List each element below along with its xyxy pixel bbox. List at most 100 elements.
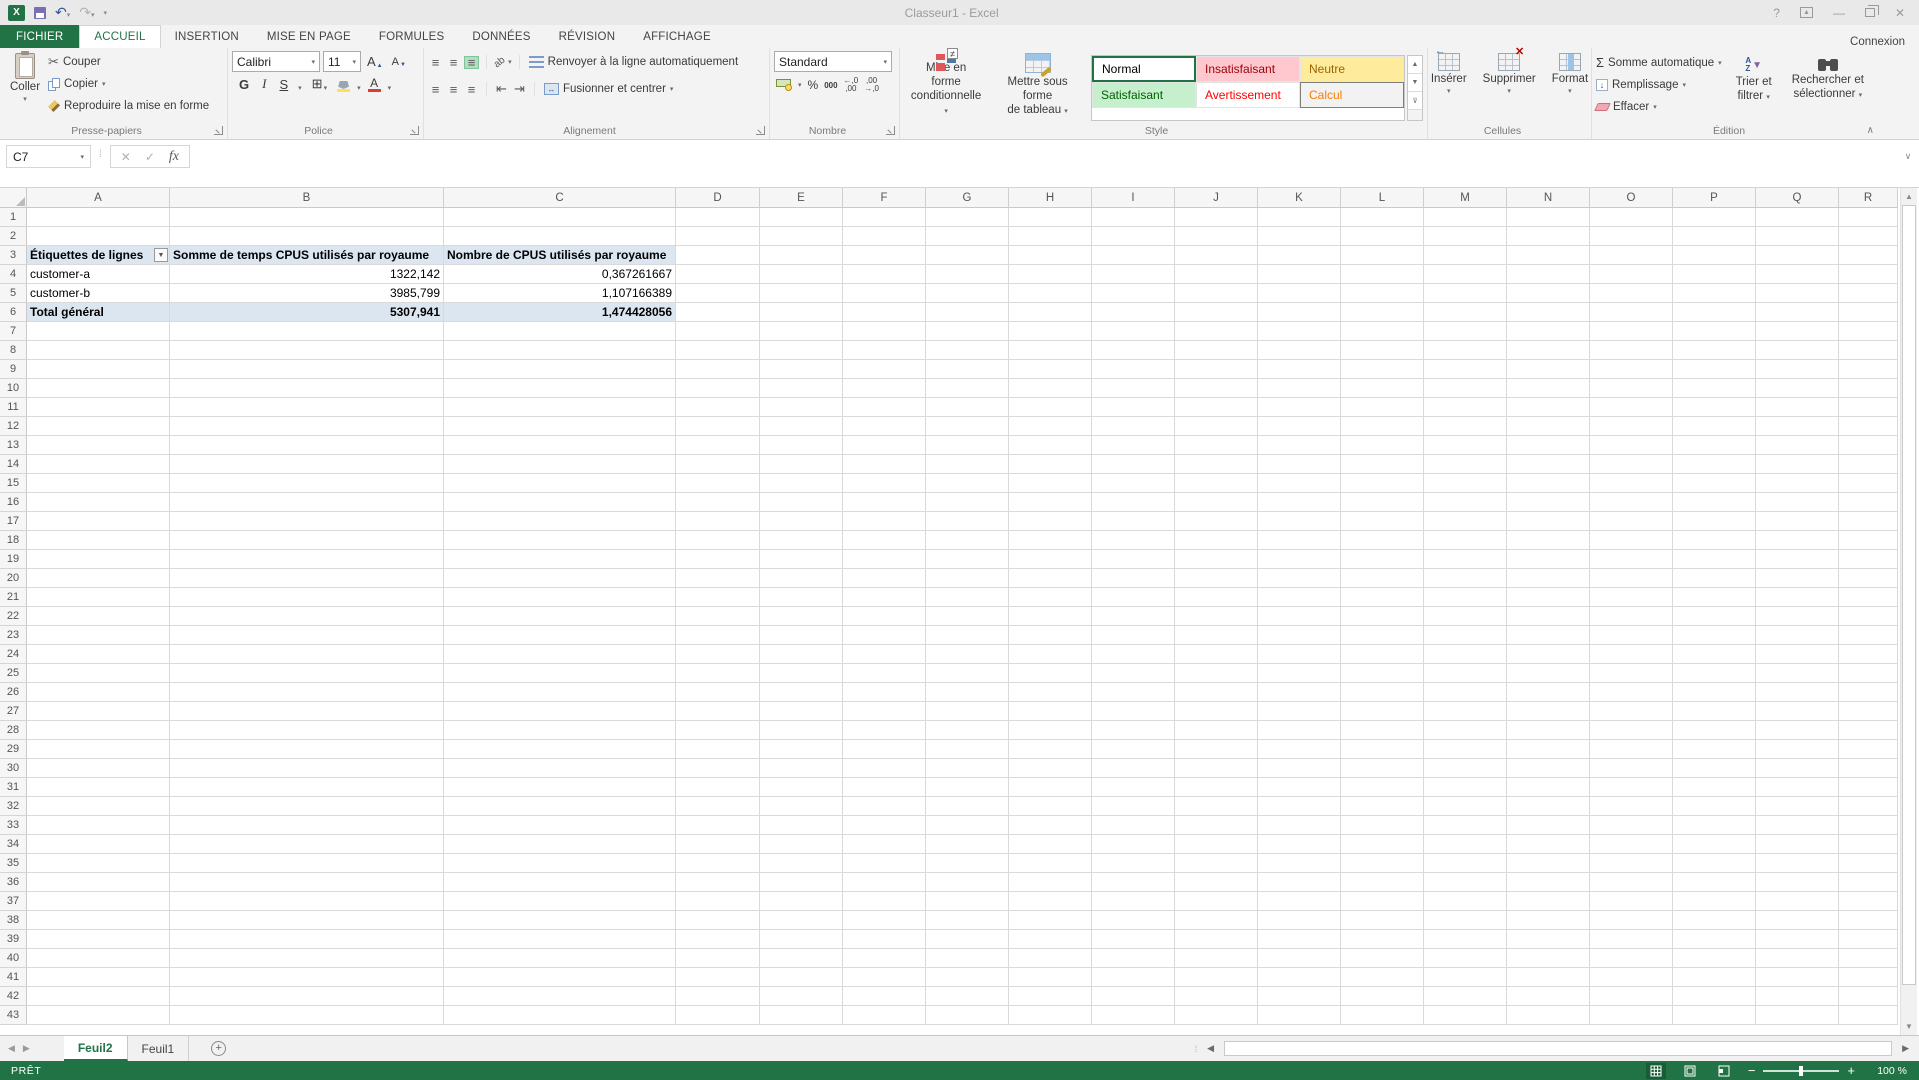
cell-I33[interactable] <box>1092 816 1175 835</box>
cell-B15[interactable] <box>170 474 444 493</box>
cell-O22[interactable] <box>1590 607 1673 626</box>
cell-K14[interactable] <box>1258 455 1341 474</box>
cell-Q20[interactable] <box>1756 569 1839 588</box>
cell-H12[interactable] <box>1009 417 1092 436</box>
cell-A1[interactable] <box>27 208 170 227</box>
cell-Q42[interactable] <box>1756 987 1839 1006</box>
cell-G35[interactable] <box>926 854 1009 873</box>
zoom-level[interactable]: 100 % <box>1869 1065 1907 1077</box>
cell-D41[interactable] <box>676 968 760 987</box>
cell-R5[interactable] <box>1839 284 1898 303</box>
cell-N16[interactable] <box>1507 493 1590 512</box>
cell-N21[interactable] <box>1507 588 1590 607</box>
cell-N19[interactable] <box>1507 550 1590 569</box>
cell-H30[interactable] <box>1009 759 1092 778</box>
cell-D18[interactable] <box>676 531 760 550</box>
cell-A36[interactable] <box>27 873 170 892</box>
format-as-table-button[interactable]: Mettre sous formede tableau ▾ <box>988 51 1087 121</box>
cell-O26[interactable] <box>1590 683 1673 702</box>
row-header-24[interactable]: 24 <box>0 645 27 664</box>
cell-I16[interactable] <box>1092 493 1175 512</box>
cell-H6[interactable] <box>1009 303 1092 322</box>
cell-N27[interactable] <box>1507 702 1590 721</box>
cell-G2[interactable] <box>926 227 1009 246</box>
column-header-R[interactable]: R <box>1839 188 1898 208</box>
cell-style-insatisfaisant[interactable]: Insatisfaisant <box>1196 56 1300 82</box>
cell-A25[interactable] <box>27 664 170 683</box>
cell-L8[interactable] <box>1341 341 1424 360</box>
cell-R27[interactable] <box>1839 702 1898 721</box>
page-break-view-button[interactable] <box>1714 1063 1734 1079</box>
gallery-down-button[interactable]: ▼ <box>1408 74 1422 92</box>
cell-P22[interactable] <box>1673 607 1756 626</box>
cell-J19[interactable] <box>1175 550 1258 569</box>
cell-A23[interactable] <box>27 626 170 645</box>
cell-K43[interactable] <box>1258 1006 1341 1025</box>
cell-E34[interactable] <box>760 835 843 854</box>
row-header-21[interactable]: 21 <box>0 588 27 607</box>
cell-D11[interactable] <box>676 398 760 417</box>
cell-A22[interactable] <box>27 607 170 626</box>
accounting-format-dropdown[interactable]: ▾ <box>798 81 802 89</box>
cell-K38[interactable] <box>1258 911 1341 930</box>
format-painter-button[interactable]: Reproduire la mise en forme <box>46 95 211 117</box>
cell-F2[interactable] <box>843 227 926 246</box>
cell-D1[interactable] <box>676 208 760 227</box>
row-header-17[interactable]: 17 <box>0 512 27 531</box>
cell-C7[interactable] <box>444 322 676 341</box>
cell-O29[interactable] <box>1590 740 1673 759</box>
cell-L3[interactable] <box>1341 246 1424 265</box>
cell-H5[interactable] <box>1009 284 1092 303</box>
cell-M17[interactable] <box>1424 512 1507 531</box>
cell-N25[interactable] <box>1507 664 1590 683</box>
cell-A7[interactable] <box>27 322 170 341</box>
column-header-P[interactable]: P <box>1673 188 1756 208</box>
cell-L17[interactable] <box>1341 512 1424 531</box>
shrink-font-button[interactable]: A▼ <box>389 56 409 68</box>
cell-P13[interactable] <box>1673 436 1756 455</box>
cell-J20[interactable] <box>1175 569 1258 588</box>
cell-C17[interactable] <box>444 512 676 531</box>
cell-P14[interactable] <box>1673 455 1756 474</box>
cell-M9[interactable] <box>1424 360 1507 379</box>
cell-M18[interactable] <box>1424 531 1507 550</box>
cell-C2[interactable] <box>444 227 676 246</box>
cell-N3[interactable] <box>1507 246 1590 265</box>
cell-F14[interactable] <box>843 455 926 474</box>
cell-C23[interactable] <box>444 626 676 645</box>
ribbon-tab-insertion[interactable]: INSERTION <box>161 25 253 48</box>
cell-O10[interactable] <box>1590 379 1673 398</box>
cell-F8[interactable] <box>843 341 926 360</box>
cell-J28[interactable] <box>1175 721 1258 740</box>
cell-A11[interactable] <box>27 398 170 417</box>
cell-O34[interactable] <box>1590 835 1673 854</box>
cell-M29[interactable] <box>1424 740 1507 759</box>
cell-O36[interactable] <box>1590 873 1673 892</box>
cell-Q27[interactable] <box>1756 702 1839 721</box>
cell-I10[interactable] <box>1092 379 1175 398</box>
cell-A6[interactable]: Total général <box>27 303 170 322</box>
qat-customize-button[interactable]: ▾ <box>104 9 108 17</box>
cell-L42[interactable] <box>1341 987 1424 1006</box>
cell-O39[interactable] <box>1590 930 1673 949</box>
row-header-18[interactable]: 18 <box>0 531 27 550</box>
cell-E16[interactable] <box>760 493 843 512</box>
row-labels-filter-button[interactable]: ▼ <box>154 248 168 262</box>
cell-C29[interactable] <box>444 740 676 759</box>
formula-input[interactable] <box>192 145 1897 168</box>
cell-L10[interactable] <box>1341 379 1424 398</box>
cell-M34[interactable] <box>1424 835 1507 854</box>
cell-B1[interactable] <box>170 208 444 227</box>
paste-button[interactable]: Coller ▾ <box>4 51 46 121</box>
cell-D4[interactable] <box>676 265 760 284</box>
cell-L5[interactable] <box>1341 284 1424 303</box>
cell-O38[interactable] <box>1590 911 1673 930</box>
cell-P40[interactable] <box>1673 949 1756 968</box>
cell-H29[interactable] <box>1009 740 1092 759</box>
cell-F38[interactable] <box>843 911 926 930</box>
cell-I39[interactable] <box>1092 930 1175 949</box>
cell-E36[interactable] <box>760 873 843 892</box>
cell-C30[interactable] <box>444 759 676 778</box>
cell-D36[interactable] <box>676 873 760 892</box>
percent-style-button[interactable]: % <box>808 78 819 92</box>
